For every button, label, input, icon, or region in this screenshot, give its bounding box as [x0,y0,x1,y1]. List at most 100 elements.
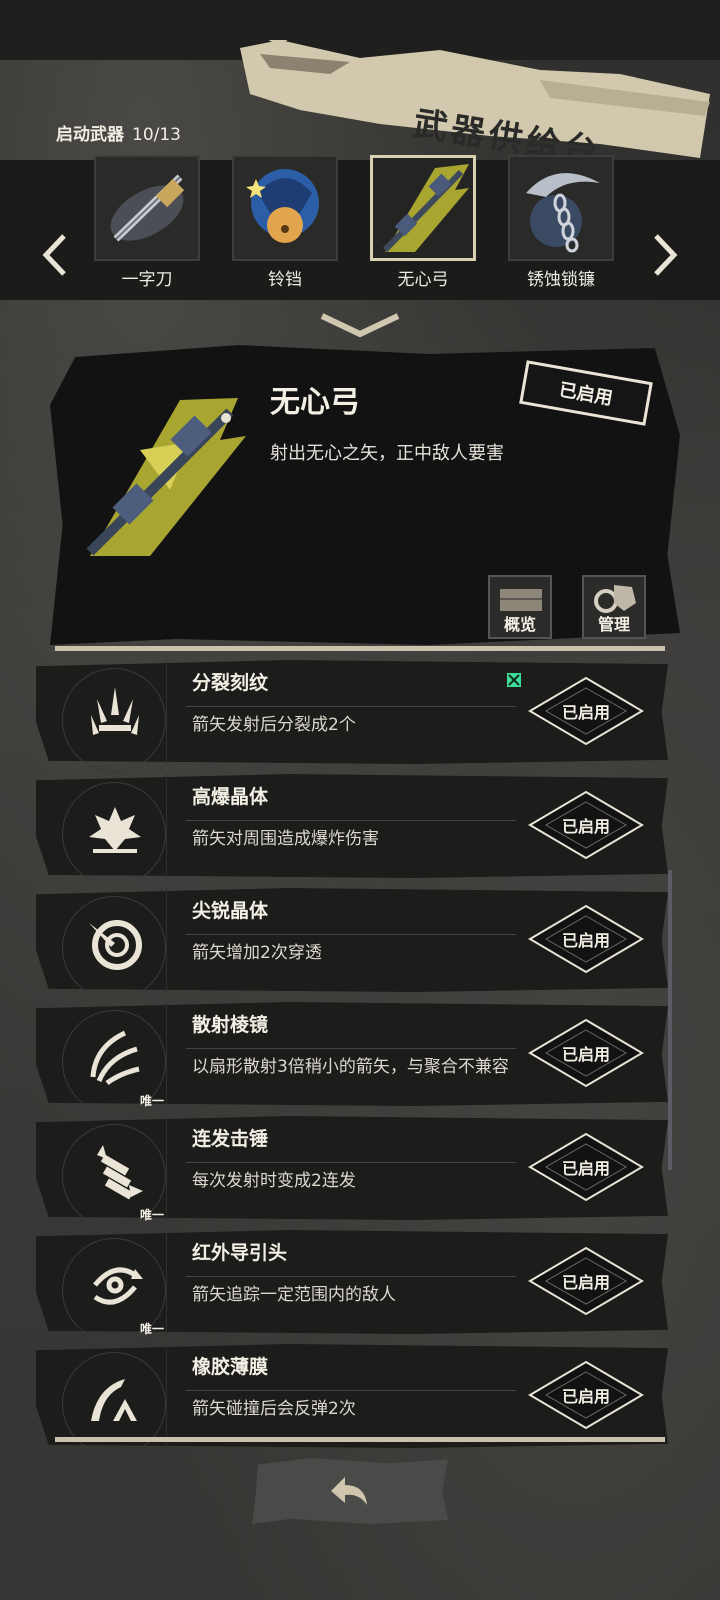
homing-swirl-icon [80,1250,150,1320]
weapon-thumb [370,155,476,261]
item-divider [166,888,167,992]
bow-large-icon [70,390,250,564]
weapon-thumb [232,155,338,261]
module-status: 已启用 [561,1159,610,1178]
item-hline [186,1048,516,1049]
module-status: 已启用 [561,931,610,950]
module-desc: 箭矢增加2次穿透 [192,943,322,963]
module-item: 橡胶薄膜 箭矢碰撞后会反弹2次 已启用 [36,1344,668,1456]
module-enable-toggle[interactable]: 已启用 [526,674,646,748]
module-item: 唯一 连发击锤 每次发射时变成2连发 已启用 [36,1116,668,1228]
divider-bottom [55,1437,665,1442]
chevron-down-icon [318,312,402,342]
carousel-next-button[interactable] [650,230,680,280]
chevron-left-icon [42,234,66,276]
weapon-slot-bell[interactable]: 铃铛 [230,155,340,290]
module-enable-toggle[interactable]: 已启用 [526,788,646,862]
module-status: 已启用 [561,1387,610,1406]
item-divider [166,774,167,878]
module-enable-toggle[interactable]: 已启用 [526,902,646,976]
item-divider [166,1230,167,1334]
new-marker-icon [506,672,522,692]
weapon-slot-blade[interactable]: 一字刀 [92,155,202,290]
module-status: 已启用 [561,817,610,836]
module-status: 已启用 [561,1045,610,1064]
weapon-name: 铃铛 [268,270,302,290]
weapon-detail-panel: 无心弓 射出无心之矢，正中敌人要害 已启用 概览 管理 [50,345,680,645]
split-arrows-icon [80,680,150,750]
unique-tag: 唯一 [140,1322,165,1336]
weapon-name: 锈蚀锁镰 [527,270,595,290]
module-list: 分裂刻纹 箭矢发射后分裂成2个 已启用 高爆晶体 箭矢对周围造成爆炸伤害 已启用… [36,660,668,1458]
module-title: 分裂刻纹 [192,672,269,694]
back-button[interactable] [252,1458,448,1524]
module-item: 唯一 红外导引头 箭矢追踪一定范围内的敌人 已启用 [36,1230,668,1342]
item-divider [166,1116,167,1220]
gear-icon [594,585,636,613]
explosion-icon [80,794,150,864]
module-title: 高爆晶体 [192,786,269,808]
chain-sickle-icon [526,173,600,253]
overview-button[interactable]: 概览 [488,575,552,639]
hammer-burst-icon [80,1136,150,1206]
bow-icon [382,164,469,253]
crate-icon [500,589,542,611]
item-hline [186,1390,516,1391]
back-arrow-icon [331,1477,367,1505]
module-title: 橡胶薄膜 [192,1356,269,1378]
weapon-name: 无心弓 [397,270,449,290]
item-hline [186,1276,516,1277]
module-enable-toggle[interactable]: 已启用 [526,1244,646,1318]
launch-count: 10/13 [132,125,181,145]
list-scrollbar[interactable] [668,870,672,1170]
module-item: 分裂刻纹 箭矢发射后分裂成2个 已启用 [36,660,668,772]
weapon-thumb [94,155,200,261]
item-hline [186,1162,516,1163]
divider-top [55,646,665,651]
detail-title: 无心弓 [270,385,360,420]
module-desc: 箭矢对周围造成爆炸伤害 [192,829,379,849]
detail-description: 射出无心之矢，正中敌人要害 [270,443,504,464]
module-title: 红外导引头 [192,1242,288,1264]
item-divider [166,1002,167,1106]
item-hline [186,706,516,707]
module-enable-toggle[interactable]: 已启用 [526,1358,646,1432]
title-banner: 武器供给台 [240,40,710,173]
carousel-prev-button[interactable] [40,230,70,280]
module-desc: 箭矢追踪一定范围内的敌人 [192,1285,396,1305]
module-title: 尖锐晶体 [192,900,269,922]
item-divider [166,1344,167,1448]
module-desc: 箭矢碰撞后会反弹2次 [192,1399,356,1419]
chevron-right-icon [654,234,678,276]
module-desc: 每次发射时变成2连发 [192,1171,356,1191]
item-hline [186,934,516,935]
module-item: 尖锐晶体 箭矢增加2次穿透 已启用 [36,888,668,1000]
weapon-slot-bow[interactable]: 无心弓 [368,155,478,290]
bell-icon [246,169,319,243]
target-pierce-icon [80,908,150,978]
overview-label: 概览 [503,615,536,634]
launch-label-text: 启动武器 [56,125,124,145]
module-desc: 箭矢发射后分裂成2个 [192,715,356,735]
module-title: 连发击锤 [192,1128,269,1150]
blade-icon [110,174,185,242]
scatter-wave-icon [80,1022,150,1092]
weapon-thumb [508,155,614,261]
module-enable-toggle[interactable]: 已启用 [526,1016,646,1090]
manage-button[interactable]: 管理 [582,575,646,639]
module-status: 已启用 [561,1273,610,1292]
item-hline [186,820,516,821]
module-item: 高爆晶体 箭矢对周围造成爆炸伤害 已启用 [36,774,668,886]
weapon-name: 一字刀 [121,270,173,290]
unique-tag: 唯一 [140,1094,165,1108]
weapon-slot-sickle[interactable]: 锈蚀锁镰 [506,155,616,290]
module-enable-toggle[interactable]: 已启用 [526,1130,646,1204]
module-item: 唯一 散射棱镜 以扇形散射3倍稍小的箭矢，与聚合不兼容 已启用 [36,1002,668,1114]
bounce-icon [80,1364,150,1434]
module-desc: 以扇形散射3倍稍小的箭矢，与聚合不兼容 [192,1057,509,1077]
unique-tag: 唯一 [140,1208,165,1222]
launch-weapons-label: 启动武器 10/13 [56,120,181,145]
module-title: 散射棱镜 [192,1014,269,1036]
enabled-stamp-label: 已启用 [557,379,615,410]
module-status: 已启用 [561,703,610,722]
